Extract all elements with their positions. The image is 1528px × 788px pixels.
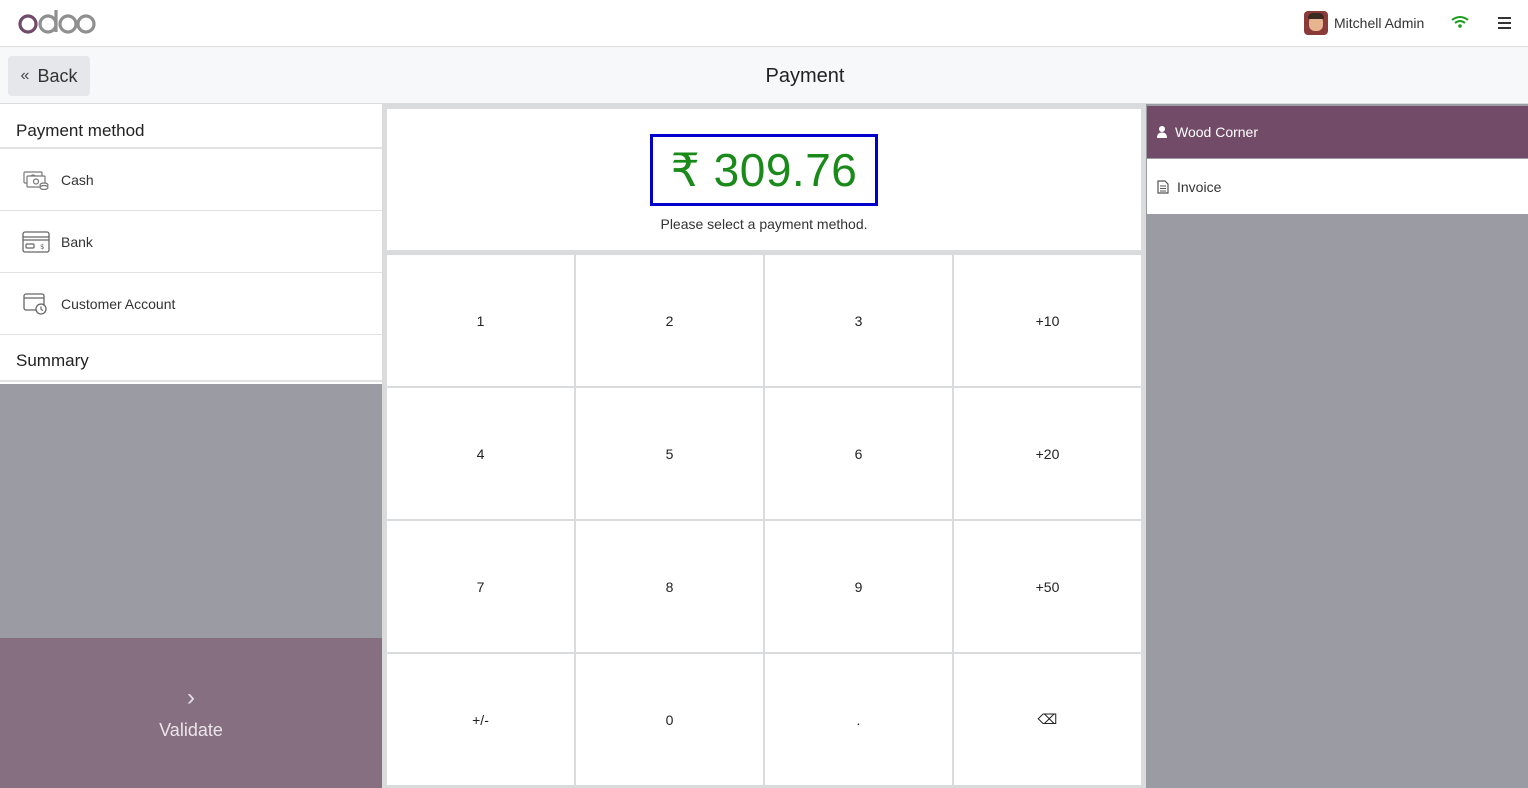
amount-frame: ₹ 309.76 bbox=[650, 134, 878, 206]
payment-header: « Back Payment bbox=[0, 47, 1528, 104]
numpad-key-2[interactable]: 2 bbox=[576, 255, 763, 386]
summary-area bbox=[0, 384, 382, 638]
bank-card-icon: $ bbox=[22, 230, 50, 253]
user-menu[interactable]: Mitchell Admin bbox=[1304, 11, 1424, 35]
numpad-key-plus-50[interactable]: +50 bbox=[954, 521, 1141, 652]
customer-button[interactable]: Wood Corner bbox=[1147, 106, 1528, 158]
avatar bbox=[1304, 11, 1328, 35]
page-title: Payment bbox=[765, 65, 845, 87]
amount-due: ₹ 309.76 bbox=[670, 144, 858, 196]
customer-panel: Wood Corner Invoice bbox=[1146, 104, 1528, 788]
top-navbar: Mitchell Admin bbox=[0, 0, 1528, 47]
numpad-key-6[interactable]: 6 bbox=[765, 388, 952, 519]
numpad-key-0[interactable]: 0 bbox=[576, 654, 763, 785]
amount-due-box: ₹ 309.76 Please select a payment method. bbox=[387, 109, 1141, 250]
payment-method-title: Payment method bbox=[0, 104, 382, 149]
payment-method-bank[interactable]: $ Bank bbox=[0, 211, 382, 273]
payment-method-label: Customer Account bbox=[61, 295, 176, 312]
numpad-key-plus-minus[interactable]: +/- bbox=[387, 654, 574, 785]
numpad-key-9[interactable]: 9 bbox=[765, 521, 952, 652]
cash-icon bbox=[22, 169, 50, 191]
document-icon bbox=[1157, 179, 1169, 194]
chevron-right-icon: › bbox=[187, 683, 195, 711]
payment-method-label: Bank bbox=[61, 233, 93, 250]
numpad-key-backspace[interactable]: ⌫ bbox=[954, 654, 1141, 785]
payment-hint: Please select a payment method. bbox=[660, 216, 868, 232]
payment-center-panel: ₹ 309.76 Please select a payment method.… bbox=[382, 104, 1146, 788]
numpad-key-5[interactable]: 5 bbox=[576, 388, 763, 519]
user-icon bbox=[1157, 126, 1167, 138]
customer-name: Wood Corner bbox=[1175, 124, 1259, 140]
wifi-status-icon[interactable] bbox=[1451, 15, 1469, 29]
validate-label: Validate bbox=[159, 719, 223, 740]
invoice-button[interactable]: Invoice bbox=[1147, 159, 1528, 214]
numpad-key-4[interactable]: 4 bbox=[387, 388, 574, 519]
payment-method-customer-account[interactable]: Customer Account bbox=[0, 273, 382, 335]
customer-account-icon bbox=[22, 292, 50, 315]
numpad-key-plus-10[interactable]: +10 bbox=[954, 255, 1141, 386]
svg-text:$: $ bbox=[40, 243, 44, 251]
hamburger-menu-icon[interactable] bbox=[1498, 17, 1511, 32]
payment-method-cash[interactable]: Cash bbox=[0, 149, 382, 211]
numpad: 1 2 3 +10 4 5 6 +20 7 8 9 +50 +/- 0 . ⌫ bbox=[387, 255, 1141, 785]
numpad-key-plus-20[interactable]: +20 bbox=[954, 388, 1141, 519]
odoo-logo[interactable] bbox=[18, 6, 96, 40]
numpad-key-7[interactable]: 7 bbox=[387, 521, 574, 652]
payment-method-label: Cash bbox=[61, 171, 94, 188]
validate-button[interactable]: › Validate bbox=[0, 638, 382, 788]
user-name: Mitchell Admin bbox=[1334, 15, 1425, 31]
numpad-key-1[interactable]: 1 bbox=[387, 255, 574, 386]
invoice-label: Invoice bbox=[1177, 178, 1222, 195]
summary-title: Summary bbox=[0, 335, 382, 382]
payment-methods-panel: Payment method Cash $ Bank Customer Acco… bbox=[0, 104, 382, 788]
numpad-key-3[interactable]: 3 bbox=[765, 255, 952, 386]
numpad-key-8[interactable]: 8 bbox=[576, 521, 763, 652]
numpad-key-decimal[interactable]: . bbox=[765, 654, 952, 785]
